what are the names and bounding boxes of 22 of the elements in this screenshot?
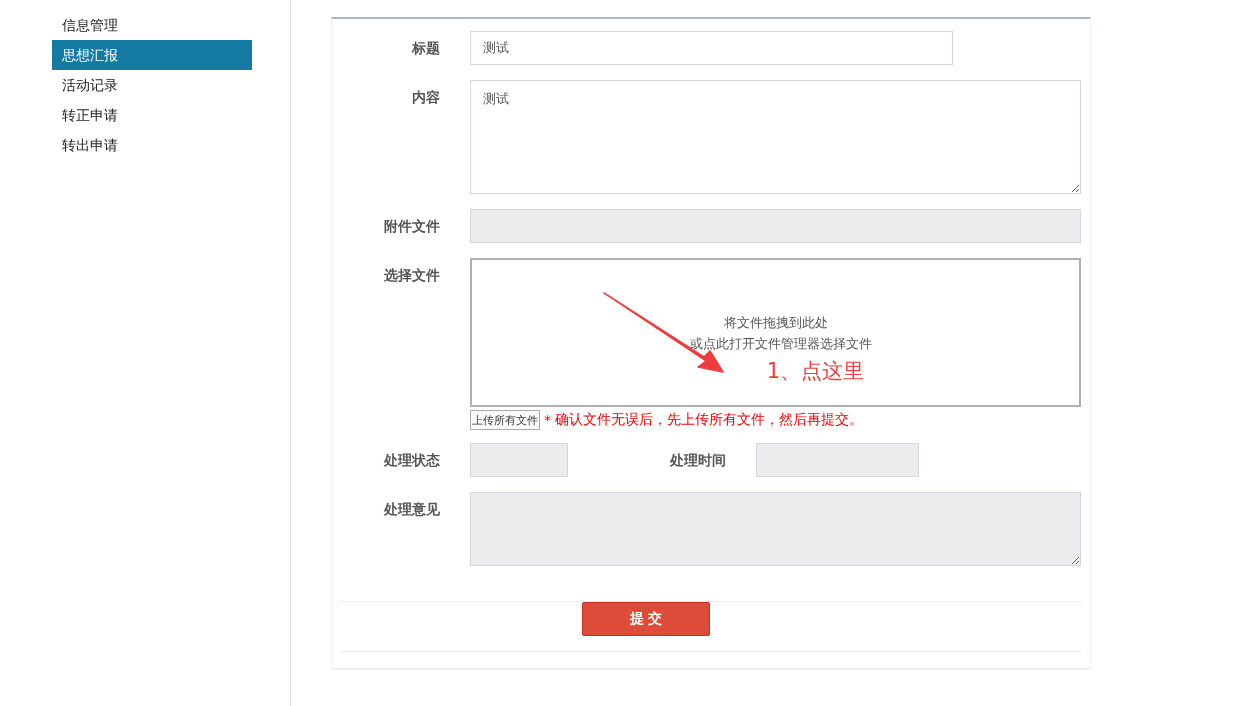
upload-all-button[interactable]: 上传所有文件 (470, 410, 540, 430)
sidebar-item[interactable]: 活动记录 (52, 70, 252, 100)
sidebar-item[interactable]: 信息管理 (52, 10, 252, 40)
sidebar-item[interactable]: 转出申请 (52, 130, 252, 160)
field-label: 标题 (411, 39, 440, 58)
submit-button[interactable]: 提 交 (582, 602, 710, 636)
file-drop-zone[interactable]: 将文件拖拽到此处 或点此打开文件管理器选择文件 1、点这里 (470, 258, 1081, 407)
sidebar-item[interactable]: 转正申请 (52, 100, 252, 130)
content-field[interactable]: 测试 (470, 80, 1081, 194)
upload-notice: 确认文件无误后，先上传所有文件，然后再提交。 (555, 411, 863, 429)
field-label: 处理状态 (383, 451, 440, 470)
field-label: 选择文件 (383, 266, 440, 285)
field-label: 附件文件 (383, 217, 440, 236)
title-field[interactable]: 测试 (470, 31, 953, 65)
annotation-text: 1、点这里 (766, 358, 865, 385)
field-label: 处理意见 (383, 500, 440, 519)
field-label: 内容 (411, 88, 440, 107)
browse-hint: 或点此打开文件管理器选择文件 (689, 335, 872, 353)
drop-hint: 将文件拖拽到此处 (723, 314, 828, 332)
required-mark: * (544, 412, 551, 428)
field-label: 处理时间 (669, 451, 726, 470)
sidebar-item[interactable]: 思想汇报 (52, 40, 252, 70)
